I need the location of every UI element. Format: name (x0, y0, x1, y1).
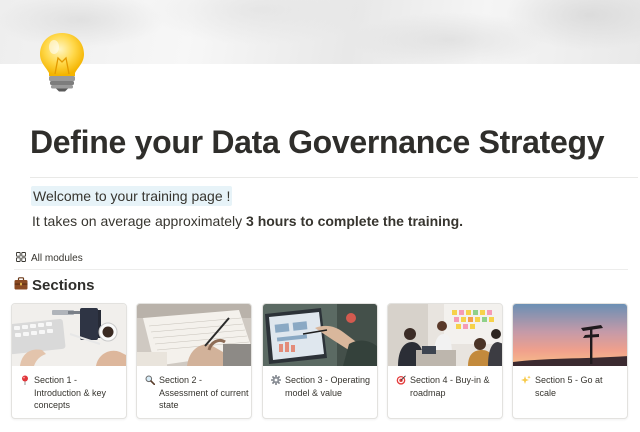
section-3-caption: Section 3 - Operating model & value (271, 374, 375, 399)
page-cover (0, 0, 640, 64)
section-5-label: Section 5 - Go at scale (535, 375, 603, 398)
round-pushpin-icon (20, 375, 30, 385)
section-1-cover-image (12, 304, 126, 366)
section-card-2[interactable]: Section 2 - Assessment of current state (136, 303, 252, 419)
section-4-caption: Section 4 - Buy-in & roadmap (396, 374, 500, 399)
direct-hit-target-icon (396, 375, 406, 385)
sparkles-icon (521, 375, 531, 385)
section-4-label: Section 4 - Buy-in & roadmap (410, 375, 490, 398)
section-2-cover-image (137, 304, 251, 366)
page-title: Define your Data Governance Strategy (30, 124, 605, 160)
welcome-text: Welcome to your training page ! (31, 186, 233, 206)
section-card-3[interactable]: Section 3 - Operating model & value (262, 303, 378, 419)
duration-prefix: It takes on average approximately (32, 213, 247, 229)
view-tab-label: All modules (31, 252, 83, 264)
view-tab-divider (14, 269, 628, 270)
section-3-cover-image (263, 304, 377, 366)
duration-text: It takes on average approximately 3 hour… (32, 211, 463, 231)
section-card-1[interactable]: Section 1 - Introduction & key concepts (11, 303, 127, 419)
duration-bold: 3 hours to complete the training. (246, 213, 464, 229)
section-1-caption: Section 1 - Introduction & key concepts (20, 374, 124, 412)
section-2-label: Section 2 - Assessment of current state (159, 375, 249, 410)
gear-icon (271, 375, 281, 385)
section-5-cover-image (513, 304, 627, 366)
section-5-caption: Section 5 - Go at scale (521, 374, 625, 399)
briefcase-icon (14, 276, 28, 294)
section-2-caption: Section 2 - Assessment of current state (145, 374, 249, 412)
gallery-grid-icon (16, 251, 26, 265)
sections-heading-label: Sections (32, 276, 95, 294)
section-3-label: Section 3 - Operating model & value (285, 375, 371, 398)
title-divider (30, 177, 638, 178)
section-card-4[interactable]: Section 4 - Buy-in & roadmap (387, 303, 503, 419)
section-4-cover-image (388, 304, 502, 366)
magnifying-glass-icon (145, 375, 155, 385)
sections-heading: Sections (14, 275, 95, 295)
view-tab-all-modules[interactable]: All modules (16, 250, 83, 266)
section-card-5[interactable]: Section 5 - Go at scale (512, 303, 628, 419)
section-1-label: Section 1 - Introduction & key concepts (34, 375, 107, 410)
lightbulb-icon[interactable] (34, 30, 90, 92)
